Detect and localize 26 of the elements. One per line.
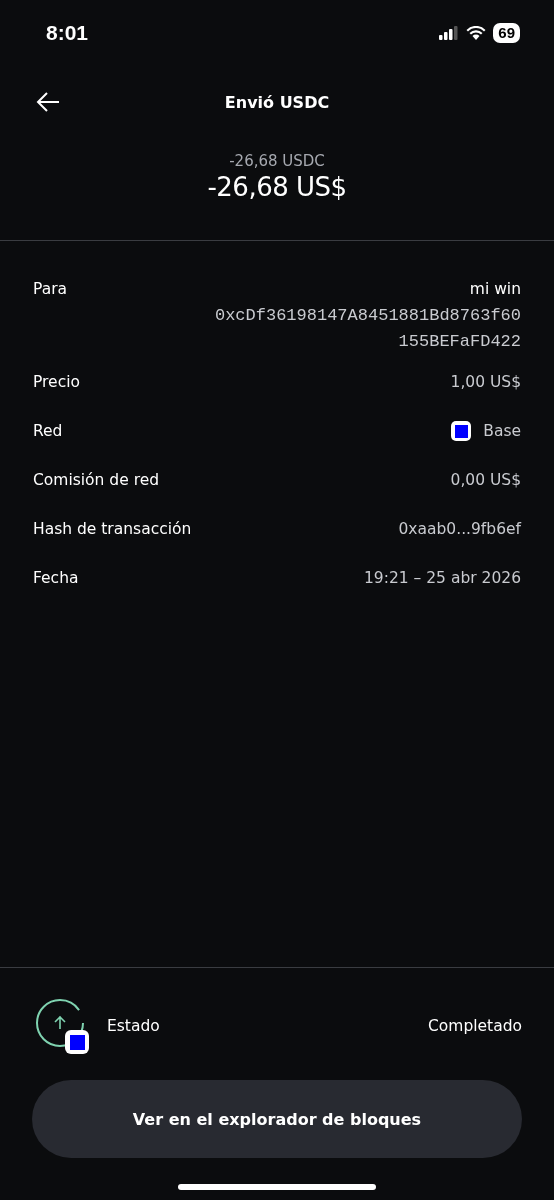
screen-title: Envió USDC bbox=[224, 92, 330, 112]
signal-icon bbox=[439, 26, 460, 40]
detail-label: Comisión de red bbox=[33, 470, 160, 491]
crypto-amount: -26,68 USDC bbox=[229, 152, 325, 170]
status-label: Estado bbox=[107, 1016, 160, 1037]
recipient-name: mi win bbox=[469, 279, 521, 300]
back-arrow-icon[interactable] bbox=[36, 92, 60, 112]
detail-label: Fecha bbox=[33, 568, 79, 589]
network-logo-icon bbox=[451, 421, 472, 441]
status-value: Completado bbox=[428, 1016, 522, 1037]
wifi-icon bbox=[466, 26, 487, 40]
detail-label: Red bbox=[33, 421, 63, 442]
detail-value: 0,00 US$ bbox=[450, 470, 521, 491]
wallet-address: 0xcDf36198147A8451881Bd8763f60155BEFaFD422 bbox=[214, 305, 521, 353]
send-status-icon bbox=[35, 998, 89, 1054]
detail-value: 0xaab0...9fb6ef bbox=[398, 519, 521, 540]
status-time: 8:01 bbox=[46, 21, 89, 45]
detail-value: 1,00 US$ bbox=[450, 372, 521, 393]
battery-indicator: 69 bbox=[493, 23, 520, 43]
detail-label: Para bbox=[33, 279, 68, 300]
block-explorer-button[interactable]: Ver en el explorador de bloques bbox=[32, 1080, 522, 1158]
fiat-amount: -26,68 US$ bbox=[207, 172, 347, 202]
detail-value: 19:21 – 25 abr 2026 bbox=[364, 568, 521, 589]
detail-label: Hash de transacción bbox=[33, 519, 192, 540]
detail-label: Precio bbox=[33, 372, 80, 393]
detail-value: Base bbox=[483, 421, 521, 442]
